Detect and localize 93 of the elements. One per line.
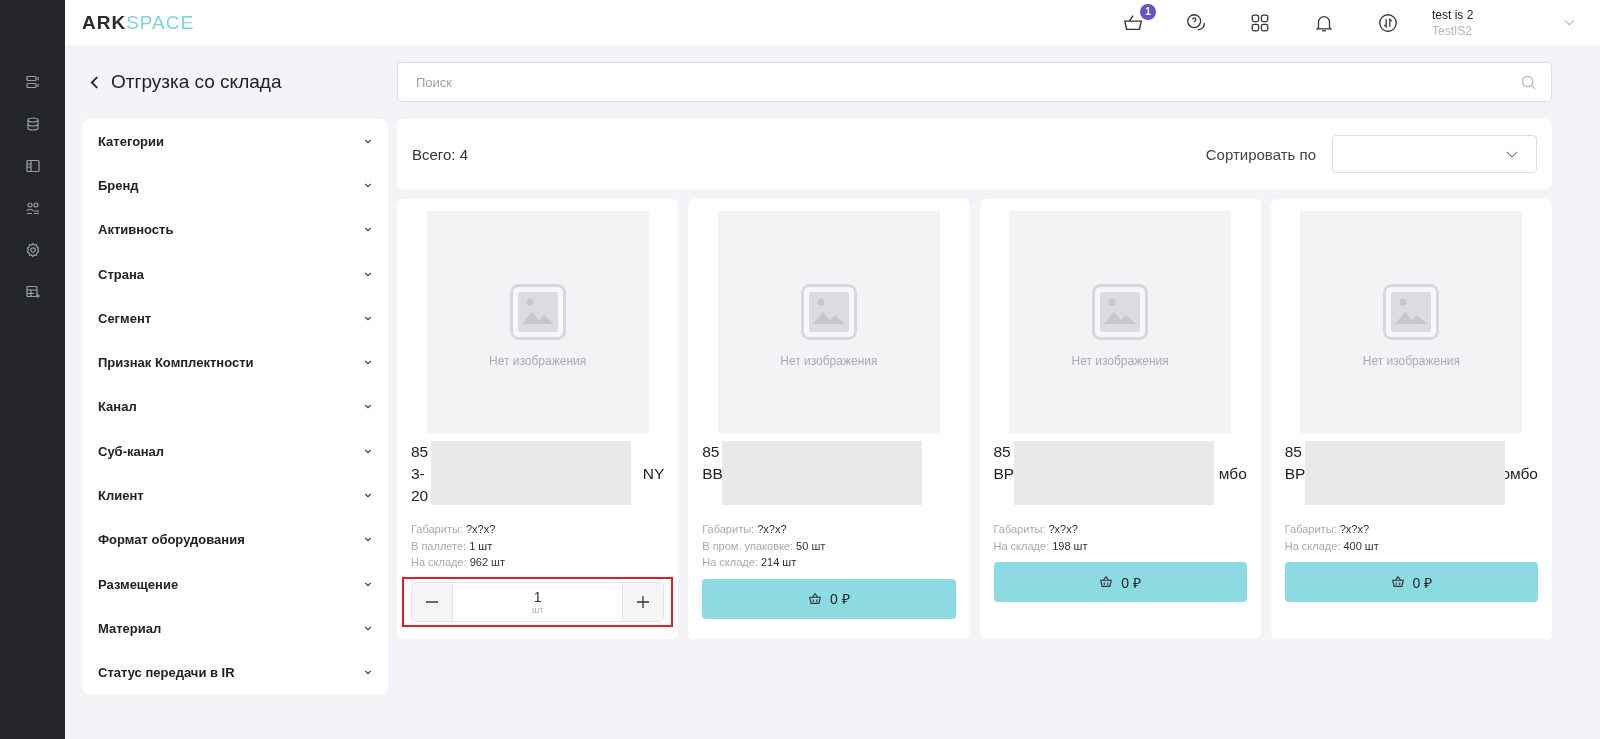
page-title: Отгрузка со склада — [111, 71, 282, 93]
filter-dropdown[interactable]: Материал — [98, 606, 372, 651]
total-count: Всего: 4 — [412, 145, 468, 163]
chevron-down-icon — [364, 227, 372, 233]
product-name-fragment: 20 — [411, 487, 429, 505]
detail-value: ?x?x? — [1048, 523, 1078, 535]
detail-label: На складе: — [411, 556, 467, 568]
detail-label: Габариты: — [411, 523, 463, 535]
filter-dropdown[interactable]: Бренд — [98, 163, 372, 208]
filter-dropdown[interactable]: Статус передачи в IR — [98, 650, 372, 695]
filter-dropdown[interactable]: Размещение — [98, 561, 372, 607]
detail-label: Габариты: — [702, 523, 755, 535]
filter-dropdown[interactable]: Страна — [98, 251, 372, 297]
image-icon — [1383, 284, 1440, 340]
chevron-down-icon — [364, 448, 372, 454]
detail-label: На складе: — [1284, 539, 1341, 552]
organization-name: TestIS2 — [1432, 23, 1474, 38]
table-add-icon[interactable] — [24, 284, 41, 300]
product-name-fragment: 85 — [993, 443, 1012, 461]
product-name-fragment: 85 — [702, 443, 721, 461]
detail-value: ?x?x? — [465, 523, 496, 535]
detail-value: 214 шт — [760, 556, 797, 568]
users-icon[interactable] — [24, 200, 41, 216]
cart-count-badge: 1 — [1140, 3, 1156, 20]
increase-button[interactable] — [623, 582, 664, 621]
detail-value: 400 шт — [1343, 539, 1379, 552]
detail-value: 50 шт — [796, 539, 826, 552]
logo[interactable]: ARKSPACE — [82, 11, 195, 34]
filter-dropdown[interactable]: Канал — [98, 384, 372, 430]
detail-label: Габариты: — [1284, 523, 1337, 535]
chevron-down-icon — [364, 493, 372, 498]
detail-value: 962 шт — [469, 556, 505, 568]
filter-dropdown[interactable]: Признак Комплектности — [98, 340, 372, 385]
chevron-down-icon — [364, 182, 372, 188]
chevron-down-icon — [364, 271, 372, 277]
image-icon — [1092, 284, 1149, 340]
user-name[interactable]: test is 2 — [1432, 7, 1552, 22]
add-to-cart-button[interactable]: 0 ₽ — [1284, 562, 1538, 602]
product-name-fragment: NY — [642, 465, 665, 483]
quantity-value[interactable]: 1 — [533, 588, 542, 605]
chevron-down-icon — [364, 670, 372, 676]
filter-dropdown[interactable]: Формат оборудования — [98, 517, 372, 562]
unit-label: шт — [531, 604, 544, 615]
search-field[interactable]: Поиск — [397, 62, 1552, 102]
back-icon[interactable] — [90, 74, 99, 90]
filter-dropdown[interactable]: Активность — [98, 207, 372, 252]
detail-label: В пром. упаковке: — [702, 539, 794, 552]
quantity-stepper[interactable]: 1 шт — [411, 581, 665, 622]
filter-dropdown[interactable]: Сегмент — [98, 296, 372, 341]
product-name-fragment: BP — [993, 465, 1015, 483]
product-name-fragment: 3- — [411, 465, 426, 483]
layout-icon[interactable] — [24, 158, 41, 174]
sort-label: Сортировать по — [1205, 145, 1316, 163]
detail-value: ?x?x? — [757, 523, 787, 535]
product-name-fragment: BP — [1284, 465, 1306, 483]
detail-value: 198 шт — [1052, 539, 1088, 552]
detail-label: В паллете: — [411, 539, 467, 552]
database-icon[interactable] — [24, 116, 41, 132]
add-to-cart-button[interactable]: 0 ₽ — [702, 578, 956, 619]
detail-label: Габариты: — [993, 523, 1046, 535]
product-name-fragment: 85 — [1284, 443, 1303, 461]
plus-icon — [637, 595, 650, 608]
basket-icon — [1390, 575, 1405, 589]
detail-value: ?x?x? — [1339, 523, 1369, 535]
chevron-down-icon — [364, 581, 372, 587]
basket-icon — [808, 591, 823, 606]
filter-dropdown[interactable]: Клиент — [98, 473, 372, 518]
chevron-down-icon — [364, 138, 372, 144]
swap-arrows-icon[interactable] — [1377, 11, 1399, 34]
detail-label: На складе: — [993, 539, 1050, 552]
no-image-text: Нет изображения — [489, 354, 587, 368]
chevron-down-icon — [1506, 150, 1518, 158]
image-icon — [509, 284, 566, 340]
no-image-text: Нет изображения — [1071, 354, 1169, 368]
filter-dropdown[interactable]: Суб-канал — [98, 429, 372, 474]
image-icon — [800, 284, 857, 340]
no-image-text: Нет изображения — [1362, 354, 1460, 368]
product-name-fragment: BB — [702, 465, 723, 483]
product-name-fragment: 85 — [411, 443, 429, 461]
basket-icon — [1099, 575, 1114, 589]
add-to-cart-button[interactable]: 0 ₽ — [993, 562, 1247, 602]
no-image-text: Нет изображения — [780, 354, 878, 368]
server-icon[interactable] — [24, 74, 41, 90]
detail-label: На складе: — [702, 556, 758, 568]
chevron-down-icon — [364, 625, 372, 631]
detail-value: 1 шт — [469, 539, 493, 552]
product-name-fragment: мбо — [1218, 465, 1247, 483]
chevron-down-icon — [364, 404, 372, 410]
chevron-down-icon — [364, 537, 372, 543]
settings-icon[interactable] — [24, 242, 41, 258]
chevron-down-icon — [364, 360, 372, 366]
chevron-down-icon — [364, 315, 372, 321]
filter-dropdown[interactable]: Категории — [98, 119, 372, 164]
